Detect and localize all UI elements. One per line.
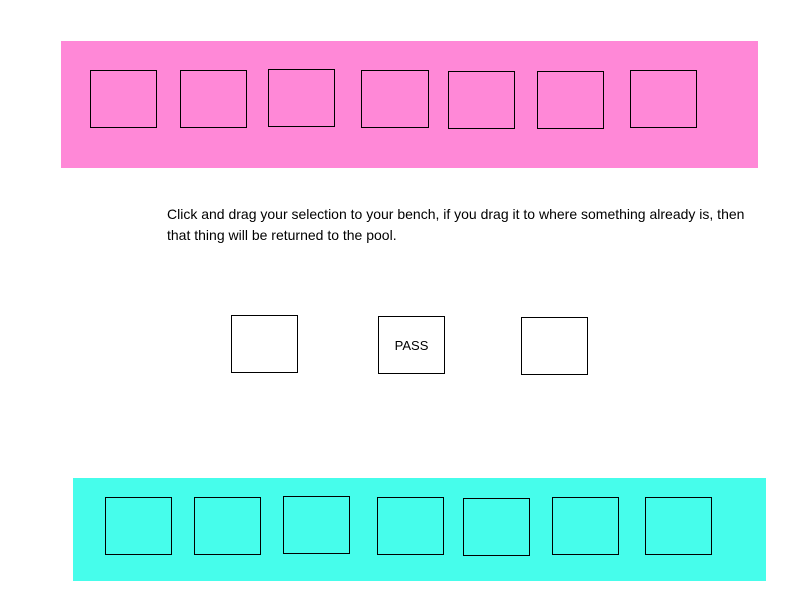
pool-slot-5[interactable] xyxy=(448,71,515,129)
bench-slot-2[interactable] xyxy=(194,497,261,555)
pool-slot-4[interactable] xyxy=(361,70,429,128)
pool-slot-6[interactable] xyxy=(537,71,604,129)
bench-area xyxy=(73,478,766,581)
pool-slot-2[interactable] xyxy=(180,70,247,128)
bench-slot-6[interactable] xyxy=(552,497,619,555)
pool-area xyxy=(61,41,758,168)
pool-slot-1[interactable] xyxy=(90,70,157,128)
instructions-text: Click and drag your selection to your be… xyxy=(167,206,745,243)
bench-slot-7[interactable] xyxy=(645,497,712,555)
bench-slot-1[interactable] xyxy=(105,497,172,555)
pool-slot-7[interactable] xyxy=(630,70,697,128)
bench-slot-4[interactable] xyxy=(377,497,444,555)
bench-slot-3[interactable] xyxy=(283,496,350,554)
bench-slot-5[interactable] xyxy=(463,498,530,556)
choice-right-box[interactable] xyxy=(521,317,588,375)
draft-page: Click and drag your selection to your be… xyxy=(0,0,800,600)
pool-slot-3[interactable] xyxy=(268,69,335,127)
choice-left-box[interactable] xyxy=(231,315,298,373)
pass-button[interactable]: PASS xyxy=(378,316,445,374)
